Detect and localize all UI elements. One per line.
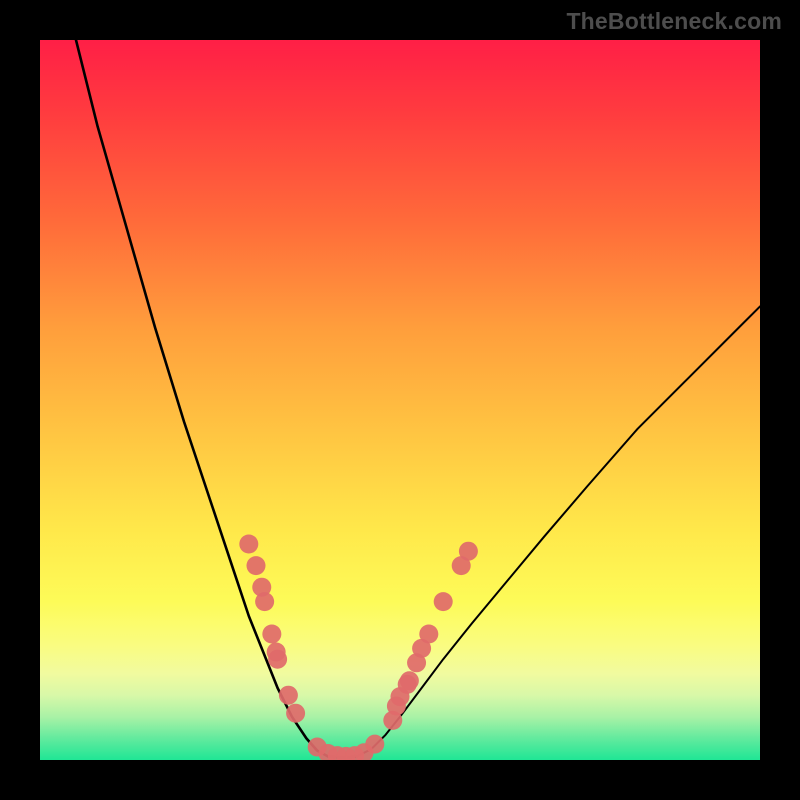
scatter-point <box>286 704 305 723</box>
curve-curve-left <box>76 40 328 756</box>
scatter-point <box>434 592 453 611</box>
scatter-point <box>268 650 287 669</box>
chart-svg <box>40 40 760 760</box>
plot-area <box>40 40 760 760</box>
scatter-point <box>279 686 298 705</box>
scatter-point <box>255 592 274 611</box>
curve-curve-right <box>357 306 760 756</box>
chart-container: TheBottleneck.com <box>0 0 800 800</box>
watermark-text: TheBottleneck.com <box>566 8 782 35</box>
scatter-point <box>400 671 419 690</box>
scatter-point <box>365 735 384 754</box>
scatter-point <box>247 556 266 575</box>
scatter-point <box>262 625 281 644</box>
scatter-point <box>419 625 438 644</box>
scatter-point <box>459 542 478 561</box>
scatter-point <box>239 535 258 554</box>
